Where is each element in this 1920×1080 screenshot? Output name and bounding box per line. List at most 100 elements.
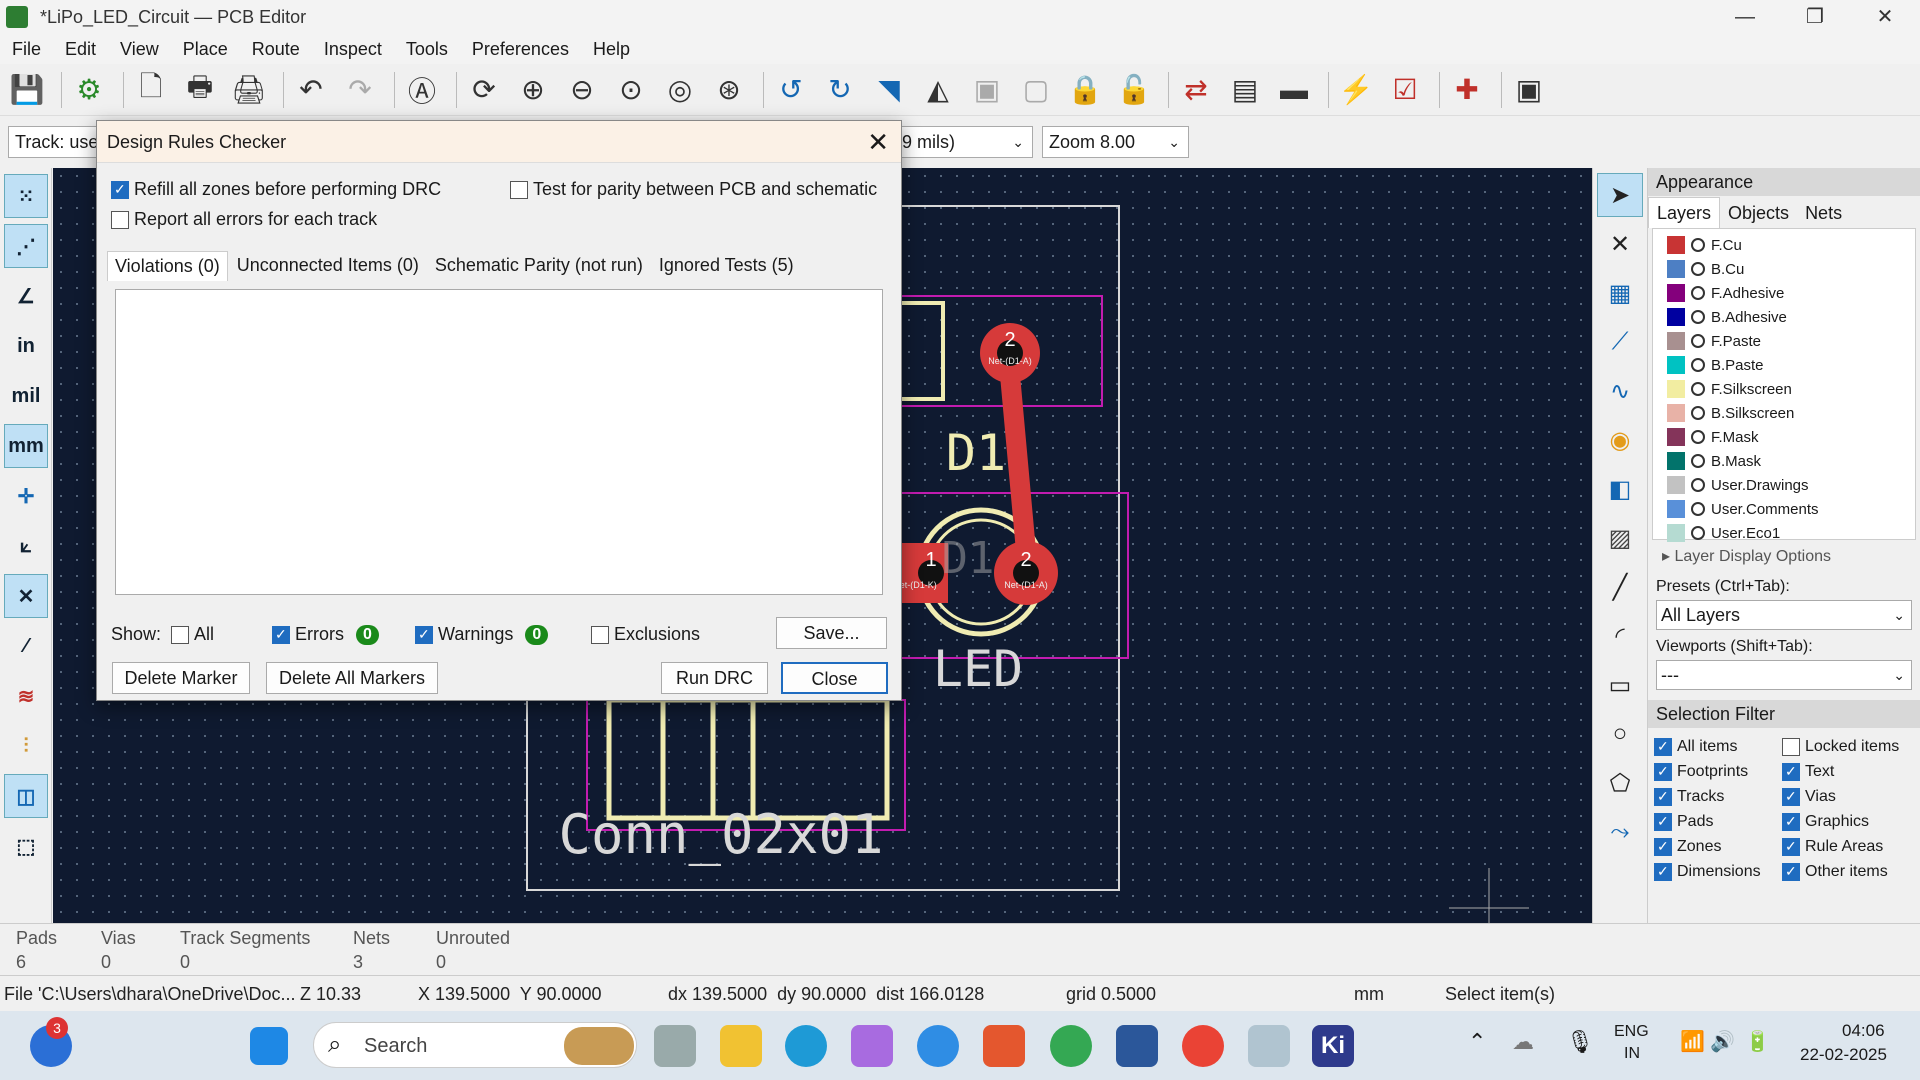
curved-ratsnest-icon[interactable]: ⁄	[4, 624, 48, 668]
schematic-icon[interactable]: ⚡	[1335, 69, 1377, 111]
menu-inspect[interactable]: Inspect	[312, 39, 394, 60]
layer-color-swatch[interactable]	[1667, 260, 1685, 278]
layer-list[interactable]: F.Cu B.Cu F.Adhesive B.Adhesive F.Paste B.Pas…	[1652, 228, 1916, 542]
filter-checkbox[interactable]	[1654, 812, 1672, 831]
scripting-icon[interactable]: ✚	[1446, 69, 1488, 111]
add-bezier-icon[interactable]: ⤳	[1597, 810, 1643, 854]
layer-color-swatch[interactable]	[1667, 452, 1685, 470]
grid-overrides-icon[interactable]: ⋰	[4, 224, 48, 268]
layer-color-swatch[interactable]	[1667, 500, 1685, 518]
battery-icon[interactable]: 🔋	[1745, 1029, 1770, 1054]
tab-unconnected[interactable]: Unconnected Items (0)	[230, 251, 426, 281]
zoom-in-icon[interactable]: ⊕	[512, 69, 554, 111]
layer-row[interactable]: F.Cu	[1653, 233, 1915, 257]
footprint-browser-icon[interactable]: ▤	[1224, 69, 1266, 111]
filter-checkbox[interactable]	[1654, 787, 1672, 806]
rule-area-icon[interactable]: ▨	[1597, 516, 1643, 560]
chrome-icon[interactable]	[1050, 1025, 1092, 1067]
tab-nets[interactable]: Nets	[1797, 198, 1850, 228]
menu-file[interactable]: File	[0, 39, 53, 60]
show-errors-checkbox[interactable]	[272, 625, 290, 644]
menu-view[interactable]: View	[108, 39, 171, 60]
draw-rectangle-icon[interactable]: ▭	[1597, 663, 1643, 707]
filter-checkbox[interactable]	[1654, 837, 1672, 856]
maximize-button[interactable]: ❐	[1780, 0, 1850, 34]
footprint-editor-icon[interactable]: ▬	[1273, 69, 1315, 111]
rotate-ccw-icon[interactable]: ↺	[770, 69, 812, 111]
units-mil-icon[interactable]: mil	[4, 374, 48, 418]
draw-circle-icon[interactable]: ○	[1597, 712, 1643, 756]
tab-ignored-tests[interactable]: Ignored Tests (5)	[652, 251, 801, 281]
lang-label[interactable]: ENG	[1614, 1023, 1649, 1041]
minimize-button[interactable]: —	[1710, 0, 1780, 34]
eye-icon[interactable]	[1691, 526, 1705, 540]
save-button[interactable]: Save...	[776, 617, 887, 649]
show-exclusions-option[interactable]: Exclusions	[591, 624, 700, 645]
filter-checkbox[interactable]	[1654, 762, 1672, 781]
drc-icon[interactable]: ☑	[1384, 69, 1426, 111]
draw-line-icon[interactable]: ╱	[1597, 565, 1643, 609]
filter-option[interactable]: Rule Areas	[1782, 834, 1899, 859]
menu-place[interactable]: Place	[171, 39, 240, 60]
ungroup-icon[interactable]: ▢	[1015, 69, 1057, 111]
units-inch-icon[interactable]: in	[4, 324, 48, 368]
store-icon[interactable]	[983, 1025, 1025, 1067]
filter-option[interactable]: Dimensions	[1654, 859, 1782, 884]
filter-option[interactable]: Tracks	[1654, 784, 1782, 809]
filter-checkbox[interactable]	[1654, 737, 1672, 756]
filter-checkbox[interactable]	[1654, 862, 1672, 881]
volume-icon[interactable]: 🔊	[1710, 1029, 1735, 1054]
group-icon[interactable]: ▣	[966, 69, 1008, 111]
menu-route[interactable]: Route	[240, 39, 312, 60]
units-mm-icon[interactable]: mm	[4, 424, 48, 468]
add-zone-icon[interactable]: ◧	[1597, 467, 1643, 511]
filter-checkbox[interactable]	[1782, 762, 1800, 781]
print-icon[interactable]: 🖶	[179, 69, 221, 111]
task-view-icon[interactable]	[654, 1025, 696, 1067]
unlock-icon[interactable]: 🔓	[1113, 69, 1155, 111]
refresh-icon[interactable]: ⟳	[463, 69, 505, 111]
tab-schematic-parity[interactable]: Schematic Parity (not run)	[428, 251, 650, 281]
file-explorer-icon[interactable]	[720, 1025, 762, 1067]
select-tool-icon[interactable]: ➤	[1597, 173, 1643, 217]
menu-help[interactable]: Help	[581, 39, 642, 60]
polar-coords-icon[interactable]: ∠	[4, 274, 48, 318]
rotate-cw-icon[interactable]: ↻	[819, 69, 861, 111]
delete-marker-button[interactable]: Delete Marker	[112, 662, 250, 694]
filter-checkbox[interactable]	[1782, 787, 1800, 806]
eye-icon[interactable]	[1691, 358, 1705, 372]
layer-row[interactable]: F.Mask	[1653, 425, 1915, 449]
grid-dots-icon[interactable]: ⁙	[4, 174, 48, 218]
filter-checkbox[interactable]	[1782, 837, 1800, 856]
layer-color-swatch[interactable]	[1667, 308, 1685, 326]
cursor-crosshair-icon[interactable]: ✛	[4, 474, 48, 518]
parity-checkbox[interactable]	[510, 180, 528, 199]
eye-icon[interactable]	[1691, 382, 1705, 396]
chevron-up-icon[interactable]: ⌃	[1468, 1029, 1486, 1055]
tab-objects[interactable]: Objects	[1720, 198, 1797, 228]
start-icon[interactable]	[250, 1027, 288, 1065]
menu-edit[interactable]: Edit	[53, 39, 108, 60]
refill-zones-checkbox[interactable]	[111, 180, 129, 199]
lock-icon[interactable]: 🔒	[1064, 69, 1106, 111]
eye-icon[interactable]	[1691, 262, 1705, 276]
angle-snap-icon[interactable]: ⟀	[4, 524, 48, 568]
layer-color-swatch[interactable]	[1667, 356, 1685, 374]
eye-icon[interactable]	[1691, 454, 1705, 468]
onedrive-icon[interactable]: ☁	[1512, 1029, 1534, 1055]
layer-row[interactable]: B.Silkscreen	[1653, 401, 1915, 425]
layer-row[interactable]: B.Cu	[1653, 257, 1915, 281]
filter-option[interactable]: Zones	[1654, 834, 1782, 859]
filter-option[interactable]: Pads	[1654, 809, 1782, 834]
find-icon[interactable]: Ⓐ	[401, 69, 443, 111]
wifi-icon[interactable]: 📶	[1680, 1029, 1705, 1054]
kicad-icon[interactable]: Ki	[1312, 1025, 1354, 1067]
violations-list[interactable]	[115, 289, 883, 595]
track-display-icon[interactable]: ◫	[4, 774, 48, 818]
show-warnings-option[interactable]: Warnings 0	[415, 624, 549, 645]
layer-row[interactable]: F.Silkscreen	[1653, 377, 1915, 401]
layer-color-swatch[interactable]	[1667, 380, 1685, 398]
filter-option[interactable]: All items	[1654, 734, 1782, 759]
menu-preferences[interactable]: Preferences	[460, 39, 581, 60]
save-icon[interactable]: 💾	[6, 69, 48, 111]
